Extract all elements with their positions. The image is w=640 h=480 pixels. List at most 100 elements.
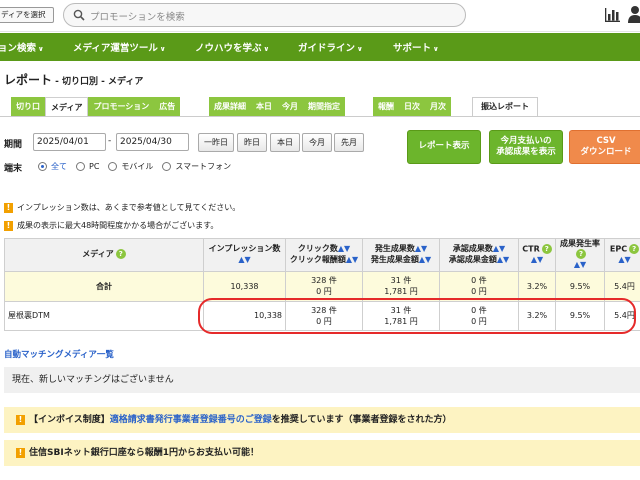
main-nav: ョン検索 ∨ メディア運営ツール ∨ ノウハウを学ぶ ∨ ガイドライン ∨ サポート ∨ xyxy=(0,33,640,61)
device-label: 端末 xyxy=(4,164,23,174)
row-media-name[interactable]: 屋根裏DTM xyxy=(4,300,204,331)
invoice-banner: ! 【インボイス制度】 適格請求書発行事業者登録番号のご登録 を推奨しています（事業… xyxy=(4,407,640,433)
col-rate: 成果発生率? ▲▼ xyxy=(555,238,605,272)
warning-icon: ! xyxy=(16,448,25,458)
search-placeholder: プロモーションを検索 xyxy=(90,12,185,23)
total-ctr: 3.2% xyxy=(518,270,556,302)
nav-knowhow[interactable]: ノウハウを学ぶ ∨ xyxy=(195,40,269,54)
tab-this-month[interactable]: 今月 xyxy=(277,97,303,116)
date-separator: - xyxy=(108,136,112,146)
tab-transfer-report[interactable]: 振込レポート xyxy=(472,97,538,116)
col-impressions: インプレッション数 ▲▼ xyxy=(203,238,286,272)
today-button[interactable]: 本日 xyxy=(270,133,300,152)
radio-pc[interactable]: PC xyxy=(76,162,99,171)
sort-icon[interactable]: ▲▼ xyxy=(419,255,431,264)
sort-icon[interactable]: ▲▼ xyxy=(338,244,350,253)
warning-icon: ! xyxy=(16,415,25,425)
help-icon[interactable]: ? xyxy=(576,249,586,260)
tab-period[interactable]: 期間指定 xyxy=(303,97,345,116)
table-total-row: 合計 10,338 328 件0 円 31 件 1,781 円 0 件0 円 3.… xyxy=(4,270,640,302)
auto-matching-empty: 現在、新しいマッチングはございません xyxy=(4,367,640,393)
warning-icon: ! xyxy=(4,202,13,213)
tab-daily[interactable]: 日次 xyxy=(399,97,425,116)
col-media: メディア? xyxy=(4,238,204,272)
notice-impression: ! インプレッション数は、あくまで参考値として見てください。 xyxy=(4,202,240,213)
nav-promotion-search[interactable]: ョン検索 ∨ xyxy=(0,40,44,54)
sort-icon[interactable]: ▲▼ xyxy=(618,255,630,264)
help-icon[interactable]: ? xyxy=(629,244,640,255)
tab-kirikuchi[interactable]: 切り口 xyxy=(11,97,45,116)
col-epc: EPC? ▲▼ xyxy=(604,238,640,272)
sort-icon[interactable]: ▲▼ xyxy=(238,255,250,264)
tab-divider xyxy=(0,116,640,117)
reward-tabs: 報酬 日次 月次 xyxy=(373,97,451,116)
sbi-banner[interactable]: ! 住信SBIネット銀行口座なら報酬1円からお支払い可能！ xyxy=(4,440,640,466)
radio-mobile[interactable]: モバイル xyxy=(108,161,153,172)
user-icon[interactable] xyxy=(628,5,640,23)
sort-icon[interactable]: ▲▼ xyxy=(497,255,509,264)
date-from-input[interactable]: 2025/04/01 xyxy=(33,133,106,151)
radio-button[interactable] xyxy=(108,162,118,171)
search-icon xyxy=(73,9,85,21)
tab-media[interactable]: メディア xyxy=(45,97,89,116)
col-ctr: CTR? ▲▼ xyxy=(518,238,556,272)
notice-delay: ! 成果の表示に最大48時間程度かかる場合がございます。 xyxy=(4,220,218,231)
bar-chart-icon[interactable] xyxy=(605,8,620,22)
day-before-yesterday-button[interactable]: 一昨日 xyxy=(198,133,234,152)
device-radio-group: 全て PC モバイル スマートフォン xyxy=(38,161,240,172)
radio-button[interactable] xyxy=(162,162,172,171)
total-clicks: 328 件0 円 xyxy=(285,270,363,302)
tab-ad[interactable]: 広告 xyxy=(154,97,180,116)
chevron-down-icon: ∨ xyxy=(159,45,166,53)
chevron-down-icon: ∨ xyxy=(263,45,270,53)
show-report-button[interactable]: レポート表示 xyxy=(407,130,481,164)
nav-support[interactable]: サポート ∨ xyxy=(393,40,439,54)
show-approved-button[interactable]: 今月支払いの 承認成果を表示 xyxy=(489,130,563,164)
auto-matching-title[interactable]: 自動マッチングメディア一覧 xyxy=(4,348,114,360)
radio-smartphone[interactable]: スマートフォン xyxy=(162,161,231,172)
sort-icon[interactable]: ▲▼ xyxy=(346,255,358,264)
tab-reward[interactable]: 報酬 xyxy=(373,97,399,116)
report-tabs: 切り口 メディア プロモーション 広告 xyxy=(11,97,181,116)
sort-icon[interactable]: ▲▼ xyxy=(531,255,543,264)
radio-button[interactable] xyxy=(76,162,85,171)
col-approved: 承認成果数▲▼ 承認成果金額▲▼ xyxy=(439,238,519,272)
total-label: 合計 xyxy=(4,270,204,302)
total-rate: 9.5% xyxy=(555,270,605,302)
radio-button[interactable] xyxy=(38,162,47,171)
total-epc: 5.4円 xyxy=(604,270,640,302)
csv-download-button[interactable]: CSV ダウンロード xyxy=(569,130,640,164)
tab-today[interactable]: 本日 xyxy=(251,97,277,116)
chevron-down-icon: ∨ xyxy=(357,45,363,53)
date-to-input[interactable]: 2025/04/30 xyxy=(116,133,189,151)
search-input[interactable]: プロモーションを検索 xyxy=(63,3,466,27)
total-impressions: 10,338 xyxy=(203,270,286,302)
col-clicks: クリック数▲▼ クリック報酬額▲▼ xyxy=(285,238,363,272)
total-occurred: 31 件 1,781 円 xyxy=(362,270,440,302)
nav-guideline[interactable]: ガイドライン ∨ xyxy=(298,40,363,54)
highlight-annotation xyxy=(198,298,636,334)
help-icon[interactable]: ? xyxy=(115,249,126,260)
yesterday-button[interactable]: 昨日 xyxy=(237,133,267,152)
media-select[interactable]: ディアを選択 xyxy=(0,7,54,23)
total-approved: 0 件0 円 xyxy=(439,270,519,302)
sort-icon[interactable]: ▲▼ xyxy=(493,244,505,253)
top-bar: ディアを選択 プロモーションを検索 xyxy=(0,0,640,32)
chevron-down-icon: ∨ xyxy=(433,45,439,53)
help-icon[interactable]: ? xyxy=(541,244,552,255)
page-title: レポート - 切り口別 - メディア xyxy=(4,73,144,87)
radio-all[interactable]: 全て xyxy=(38,161,67,172)
table-header-row: メディア? インプレッション数 ▲▼ クリック数▲▼ クリック報酬額▲▼ 発生成果数… xyxy=(4,238,640,272)
sort-icon[interactable]: ▲▼ xyxy=(415,244,427,253)
sort-icon[interactable]: ▲▼ xyxy=(574,260,586,269)
result-tabs: 成果詳細 本日 今月 期間指定 xyxy=(209,97,345,116)
last-month-button[interactable]: 先月 xyxy=(334,133,364,152)
chevron-down-icon: ∨ xyxy=(38,45,44,53)
tab-result-detail[interactable]: 成果詳細 xyxy=(209,97,251,116)
tab-monthly[interactable]: 月次 xyxy=(425,97,451,116)
invoice-registration-link[interactable]: 適格請求書発行事業者登録番号のご登録 xyxy=(110,407,272,433)
nav-media-tools[interactable]: メディア運営ツール ∨ xyxy=(73,40,166,54)
this-month-button[interactable]: 今月 xyxy=(302,133,332,152)
tab-promotion[interactable]: プロモーション xyxy=(88,97,154,116)
col-occurred: 発生成果数▲▼ 発生成果金額▲▼ xyxy=(362,238,440,272)
